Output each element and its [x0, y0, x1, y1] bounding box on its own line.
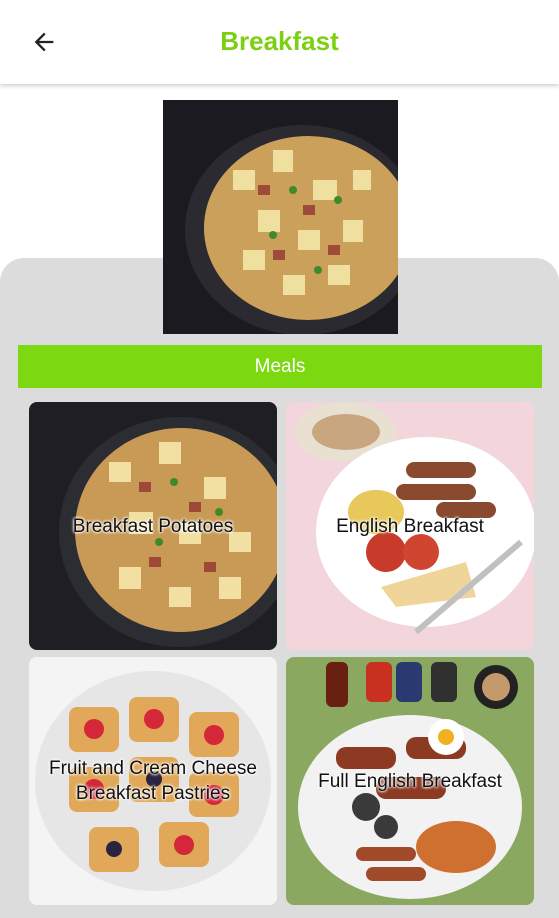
- hero-image: [163, 100, 398, 334]
- meals-header: Meals: [18, 345, 542, 388]
- page-title: Breakfast: [220, 26, 339, 56]
- meal-card-english-breakfast[interactable]: English Breakfast: [286, 402, 534, 650]
- app-bar: Breakfast: [0, 0, 559, 84]
- meal-card-full-english-breakfast[interactable]: Full English Breakfast: [286, 657, 534, 905]
- meal-card-fruit-pastries[interactable]: Fruit and Cream Cheese Breakfast Pastrie…: [29, 657, 277, 905]
- meal-card-label: English Breakfast: [336, 515, 484, 537]
- meal-card-label: Breakfast Potatoes: [72, 515, 234, 537]
- meal-card-breakfast-potatoes[interactable]: Breakfast Potatoes: [29, 402, 277, 650]
- meal-card-label: Fruit and Cream Cheese Breakfast Pastrie…: [48, 758, 258, 804]
- meal-card-label: Full English Breakfast: [318, 770, 502, 792]
